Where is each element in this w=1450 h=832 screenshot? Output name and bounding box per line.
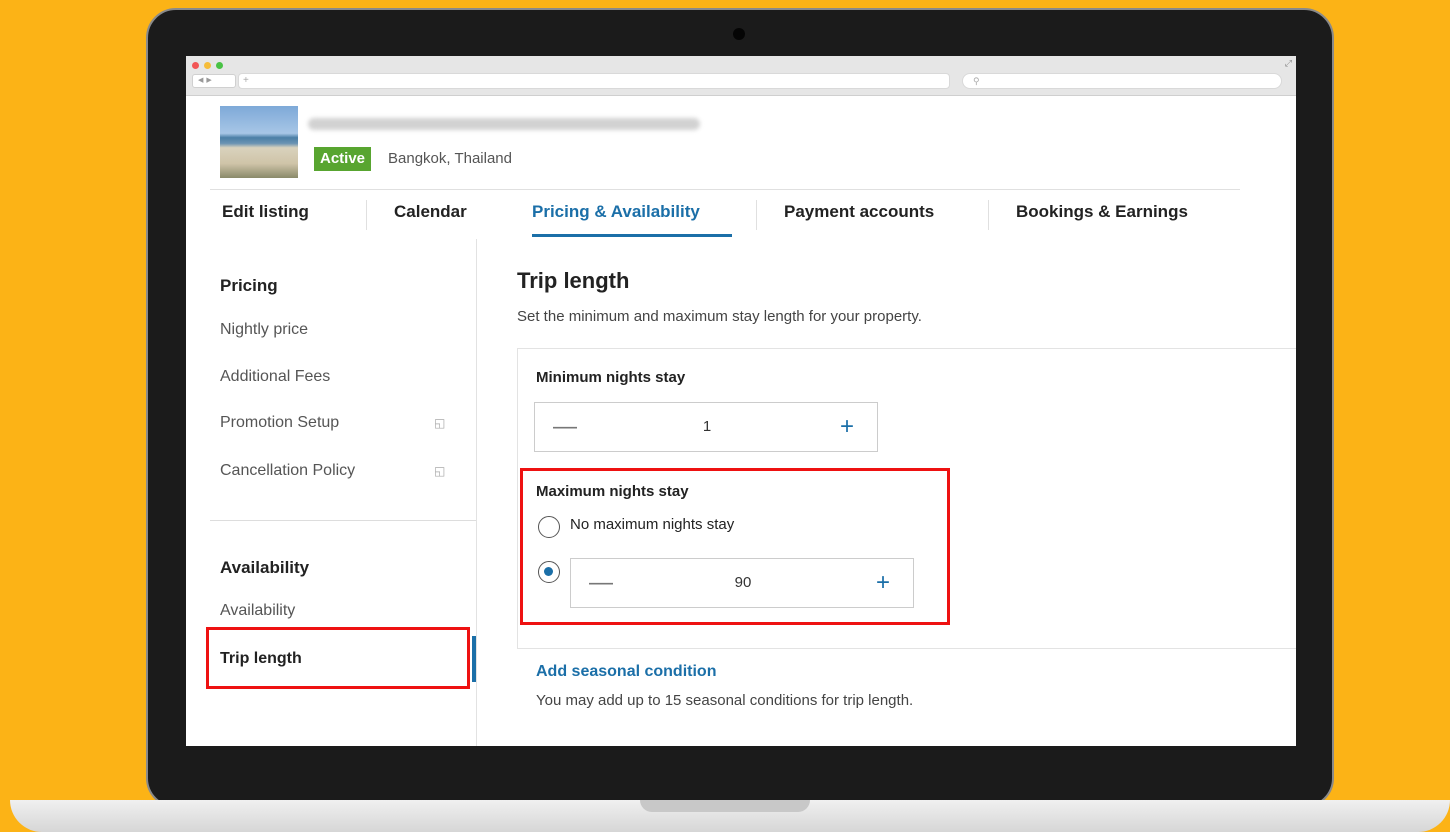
min-nights-stepper: — 1 + <box>534 402 878 452</box>
max-nights-value[interactable]: 90 <box>631 559 855 607</box>
sidebar-item-additional-fees[interactable]: Additional Fees <box>220 368 330 386</box>
max-nights-increase-button[interactable]: + <box>863 559 903 607</box>
listing-location: Bangkok, Thailand <box>388 150 512 167</box>
browser-search-field[interactable]: ⚲ <box>962 73 1282 89</box>
max-nights-stepper: — 90 + <box>570 558 914 608</box>
seasonal-condition-note: You may add up to 15 seasonal conditions… <box>536 692 914 709</box>
max-nights-label: Maximum nights stay <box>536 483 689 500</box>
search-icon: ⚲ <box>973 76 980 86</box>
sidebar-item-promotion-setup[interactable]: Promotion Setup <box>220 414 339 432</box>
sidebar-divider <box>476 239 477 746</box>
sidebar-item-availability[interactable]: Availability <box>220 602 295 620</box>
sidebar-item-cancellation-policy[interactable]: Cancellation Policy <box>220 462 355 480</box>
laptop-base-notch <box>640 800 810 812</box>
tab-bar: Edit listing Calendar Pricing & Availabi… <box>210 189 1240 239</box>
minimize-window-icon[interactable] <box>204 62 211 69</box>
custom-max-nights-radio[interactable] <box>538 561 560 583</box>
min-nights-decrease-button[interactable]: — <box>545 403 585 451</box>
sidebar-active-indicator <box>472 636 476 682</box>
screen: ◀▶ + ⚲ ⤢ Active Bangkok, Thailand Edit l… <box>186 56 1296 746</box>
page-description: Set the minimum and maximum stay length … <box>517 308 922 325</box>
max-nights-decrease-button[interactable]: — <box>581 559 621 607</box>
no-max-nights-label[interactable]: No maximum nights stay <box>570 516 734 533</box>
highlight-box-trip-length <box>206 627 470 689</box>
tab-divider <box>756 200 757 230</box>
webcam <box>733 28 745 40</box>
browser-toolbar: ◀▶ + ⚲ ⤢ <box>186 56 1296 96</box>
no-max-nights-radio[interactable] <box>538 516 560 538</box>
fullscreen-icon[interactable]: ⤢ <box>1285 58 1292 69</box>
listing-title-blurred <box>308 118 700 130</box>
page-title: Trip length <box>517 268 630 293</box>
sidebar-item-nightly-price[interactable]: Nightly price <box>220 321 308 339</box>
active-tab-indicator <box>532 234 732 237</box>
tab-edit-listing[interactable]: Edit listing <box>222 190 309 240</box>
new-tab-icon[interactable]: + <box>243 75 249 86</box>
tab-calendar[interactable]: Calendar <box>394 190 467 240</box>
status-badge: Active <box>314 147 372 171</box>
tab-divider <box>366 200 367 230</box>
address-bar[interactable]: + <box>238 73 950 89</box>
external-link-icon: ◱ <box>434 464 446 478</box>
external-link-icon: ◱ <box>434 416 446 430</box>
sidebar-heading-availability: Availability <box>220 558 310 577</box>
card-divider <box>517 648 1296 649</box>
tab-divider <box>988 200 989 230</box>
min-nights-label: Minimum nights stay <box>536 369 686 386</box>
sidebar-heading-pricing: Pricing <box>220 276 278 295</box>
sidebar-section-divider <box>210 520 476 521</box>
tab-payment-accounts[interactable]: Payment accounts <box>784 190 934 240</box>
tab-pricing-availability[interactable]: Pricing & Availability <box>532 190 700 240</box>
tab-bookings-earnings[interactable]: Bookings & Earnings <box>1016 190 1188 240</box>
close-window-icon[interactable] <box>192 62 199 69</box>
back-forward-icon[interactable]: ◀▶ <box>192 74 236 88</box>
maximize-window-icon[interactable] <box>216 62 223 69</box>
min-nights-increase-button[interactable]: + <box>827 403 867 451</box>
listing-thumbnail <box>220 106 298 178</box>
add-seasonal-condition-link[interactable]: Add seasonal condition <box>536 663 716 681</box>
min-nights-value[interactable]: 1 <box>595 403 819 451</box>
